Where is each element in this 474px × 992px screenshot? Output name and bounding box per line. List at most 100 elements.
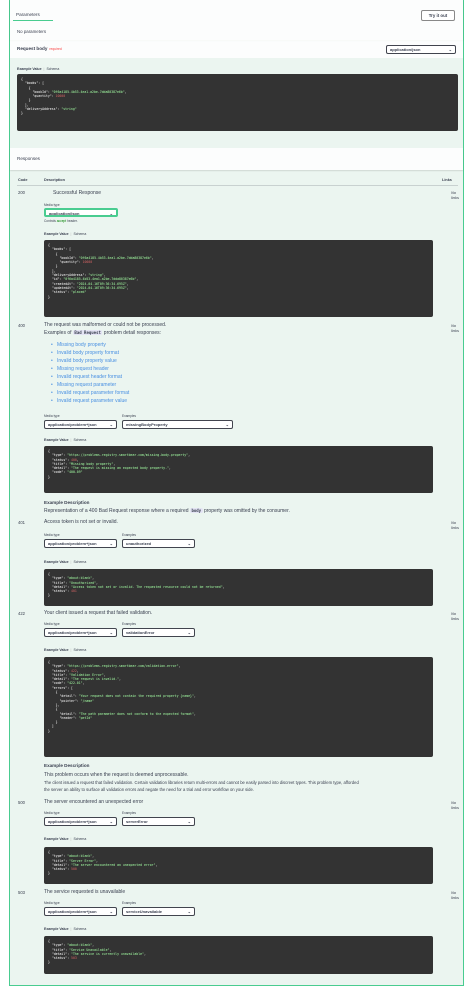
responses-title: Responses	[17, 156, 40, 161]
response-desc-200: Successful Response	[53, 190, 102, 196]
media-type-select-500[interactable]: application/problem+json ⌄	[44, 817, 117, 826]
media-type-label: Media type	[44, 203, 60, 207]
example-code-401: { "type": "about:blank", "title": "Unaut…	[44, 569, 433, 606]
response-code-401: 401	[18, 520, 25, 525]
example-value-tab[interactable]: Example Value	[17, 67, 42, 71]
no-links-200: No links	[451, 190, 460, 201]
response-code-400: 400	[18, 323, 25, 328]
problem-link[interactable]: Invalid body property value	[51, 358, 117, 365]
tab-underline	[13, 20, 53, 21]
example-code-400: { "type": "https://problems-registry.sma…	[44, 446, 433, 493]
example-value: serviceUnavailable	[126, 909, 163, 914]
example-tabs-400: Example Value | Schema	[44, 438, 87, 442]
problem-link[interactable]: Invalid request parameter format	[51, 390, 129, 397]
media-type-label: Media type	[44, 901, 60, 905]
response-code-200: 200	[18, 190, 25, 195]
problem-link[interactable]: Invalid body property format	[51, 350, 119, 357]
examples-intro-400: Examples of Bad Request problem detail r…	[44, 330, 161, 337]
col-code: Code	[18, 178, 28, 182]
schema-tab[interactable]: Schema	[73, 232, 86, 236]
examples-label: Examples	[122, 622, 136, 626]
response-code-503: 503	[18, 890, 25, 895]
chevron-down-icon: ⌄	[225, 422, 229, 427]
schema-tab[interactable]: Schema	[73, 648, 86, 652]
example-value: unauthorized	[126, 541, 152, 546]
media-type-select-400[interactable]: application/problem+json ⌄	[44, 420, 117, 429]
media-type-value: application/problem+json	[48, 819, 97, 824]
response-desc-500: The server encountered an unexpected err…	[44, 799, 144, 805]
examples-label: Examples	[122, 901, 136, 905]
example-code-200: { "books": [ { "bookId": "0f6a4185-4b53-…	[44, 240, 433, 317]
chevron-down-icon: ⌄	[187, 819, 191, 824]
examples-select-422[interactable]: validationError ⌄	[122, 628, 195, 637]
media-type-value: application/json	[49, 211, 80, 216]
media-type-value: application/problem+json	[48, 909, 97, 914]
request-example-code: { "books": [ { "bookId": "0f6a4185-4b53-…	[17, 74, 458, 131]
schema-tab[interactable]: Schema	[73, 560, 86, 564]
response-desc-400: The request was malformed or could not b…	[44, 322, 167, 328]
chevron-down-icon: ⌄	[109, 909, 113, 914]
example-value-tab[interactable]: Example Value	[44, 438, 69, 442]
col-links: Links	[442, 178, 452, 182]
request-body-label: Request body required	[17, 46, 62, 52]
operation-body: Parameters Try it out No parameters Requ…	[9, 0, 464, 986]
content-type-value: application/json	[390, 47, 421, 52]
divider	[17, 185, 458, 186]
response-desc-401: Access token is not set or invalid.	[44, 519, 118, 525]
example-value-tab[interactable]: Example Value	[44, 232, 69, 236]
example-code-422: { "type": "https://problems-registry.sma…	[44, 657, 433, 757]
controls-text: Controls	[44, 219, 56, 223]
desc-text: Representation of a 400 Bad Request resp…	[44, 508, 189, 514]
example-value: serverError	[126, 819, 148, 824]
parameters-header: Parameters Try it out No parameters	[10, 0, 463, 40]
example-code-503: { "type": "about:blank", "title": "Servi…	[44, 936, 433, 974]
media-type-label: Media type	[44, 414, 60, 418]
media-type-value: application/problem+json	[48, 422, 97, 427]
example-tabs-200: Example Value | Schema	[44, 232, 87, 236]
example-value-tab[interactable]: Example Value	[44, 560, 69, 564]
no-links-422: No links	[451, 611, 460, 622]
content-type-select[interactable]: application/json ⌄	[386, 45, 456, 54]
no-links-500: No links	[451, 800, 460, 811]
examples-select-503[interactable]: serviceUnavailable ⌄	[122, 907, 195, 916]
problem-link[interactable]: Invalid request header format	[51, 374, 122, 381]
media-type-select-503[interactable]: application/problem+json ⌄	[44, 907, 117, 916]
chevron-down-icon: ⌄	[109, 630, 113, 635]
examples-select-400[interactable]: missingBodyProperty ⌄	[122, 420, 233, 429]
schema-tab[interactable]: Schema	[73, 927, 86, 931]
problem-link[interactable]: Missing request header	[51, 366, 109, 373]
body-tag: body	[189, 508, 203, 513]
example-tabs-401: Example Value | Schema	[44, 560, 87, 564]
no-parameters-text: No parameters	[17, 29, 47, 34]
examples-label: Examples	[122, 811, 136, 815]
chevron-down-icon: ⌄	[109, 819, 113, 824]
parameters-tab[interactable]: Parameters	[16, 12, 40, 18]
media-type-select-200[interactable]: application/json ⌄	[44, 208, 118, 217]
example-description-422-line2: The client issued a request that failed …	[44, 780, 359, 785]
example-tabs-503: Example Value | Schema	[44, 927, 87, 931]
bad-request-tag: Bad Request	[72, 330, 103, 335]
example-value-tab[interactable]: Example Value	[44, 837, 69, 841]
try-it-out-button[interactable]: Try it out	[421, 10, 455, 21]
problem-link[interactable]: Missing body property	[51, 342, 106, 349]
example-description-400: Representation of a 400 Bad Request resp…	[44, 508, 290, 515]
schema-tab[interactable]: Schema	[46, 67, 59, 71]
response-desc-503: The service requested is unavailable	[44, 889, 126, 895]
examples-select-401[interactable]: unauthorized ⌄	[122, 539, 195, 548]
desc-text: property was omitted by the consumer.	[203, 508, 290, 514]
request-body-title: Request body	[17, 46, 48, 51]
request-example-tabs: Example Value | Schema	[17, 67, 60, 71]
example-value-tab[interactable]: Example Value	[44, 648, 69, 652]
media-type-select-422[interactable]: application/problem+json ⌄	[44, 628, 117, 637]
schema-tab[interactable]: Schema	[73, 837, 86, 841]
chevron-down-icon: ⌄	[187, 909, 191, 914]
schema-tab[interactable]: Schema	[73, 438, 86, 442]
problem-link[interactable]: Invalid request parameter value	[51, 398, 127, 405]
examples-select-500[interactable]: serverError ⌄	[122, 817, 195, 826]
problem-link[interactable]: Missing request parameter	[51, 382, 116, 389]
media-type-select-401[interactable]: application/problem+json ⌄	[44, 539, 117, 548]
example-value-tab[interactable]: Example Value	[44, 927, 69, 931]
media-type-label: Media type	[44, 622, 60, 626]
example-tabs-422: Example Value | Schema	[44, 648, 87, 652]
example-code-500: { "type": "about:blank", "title": "Serve…	[44, 847, 433, 884]
